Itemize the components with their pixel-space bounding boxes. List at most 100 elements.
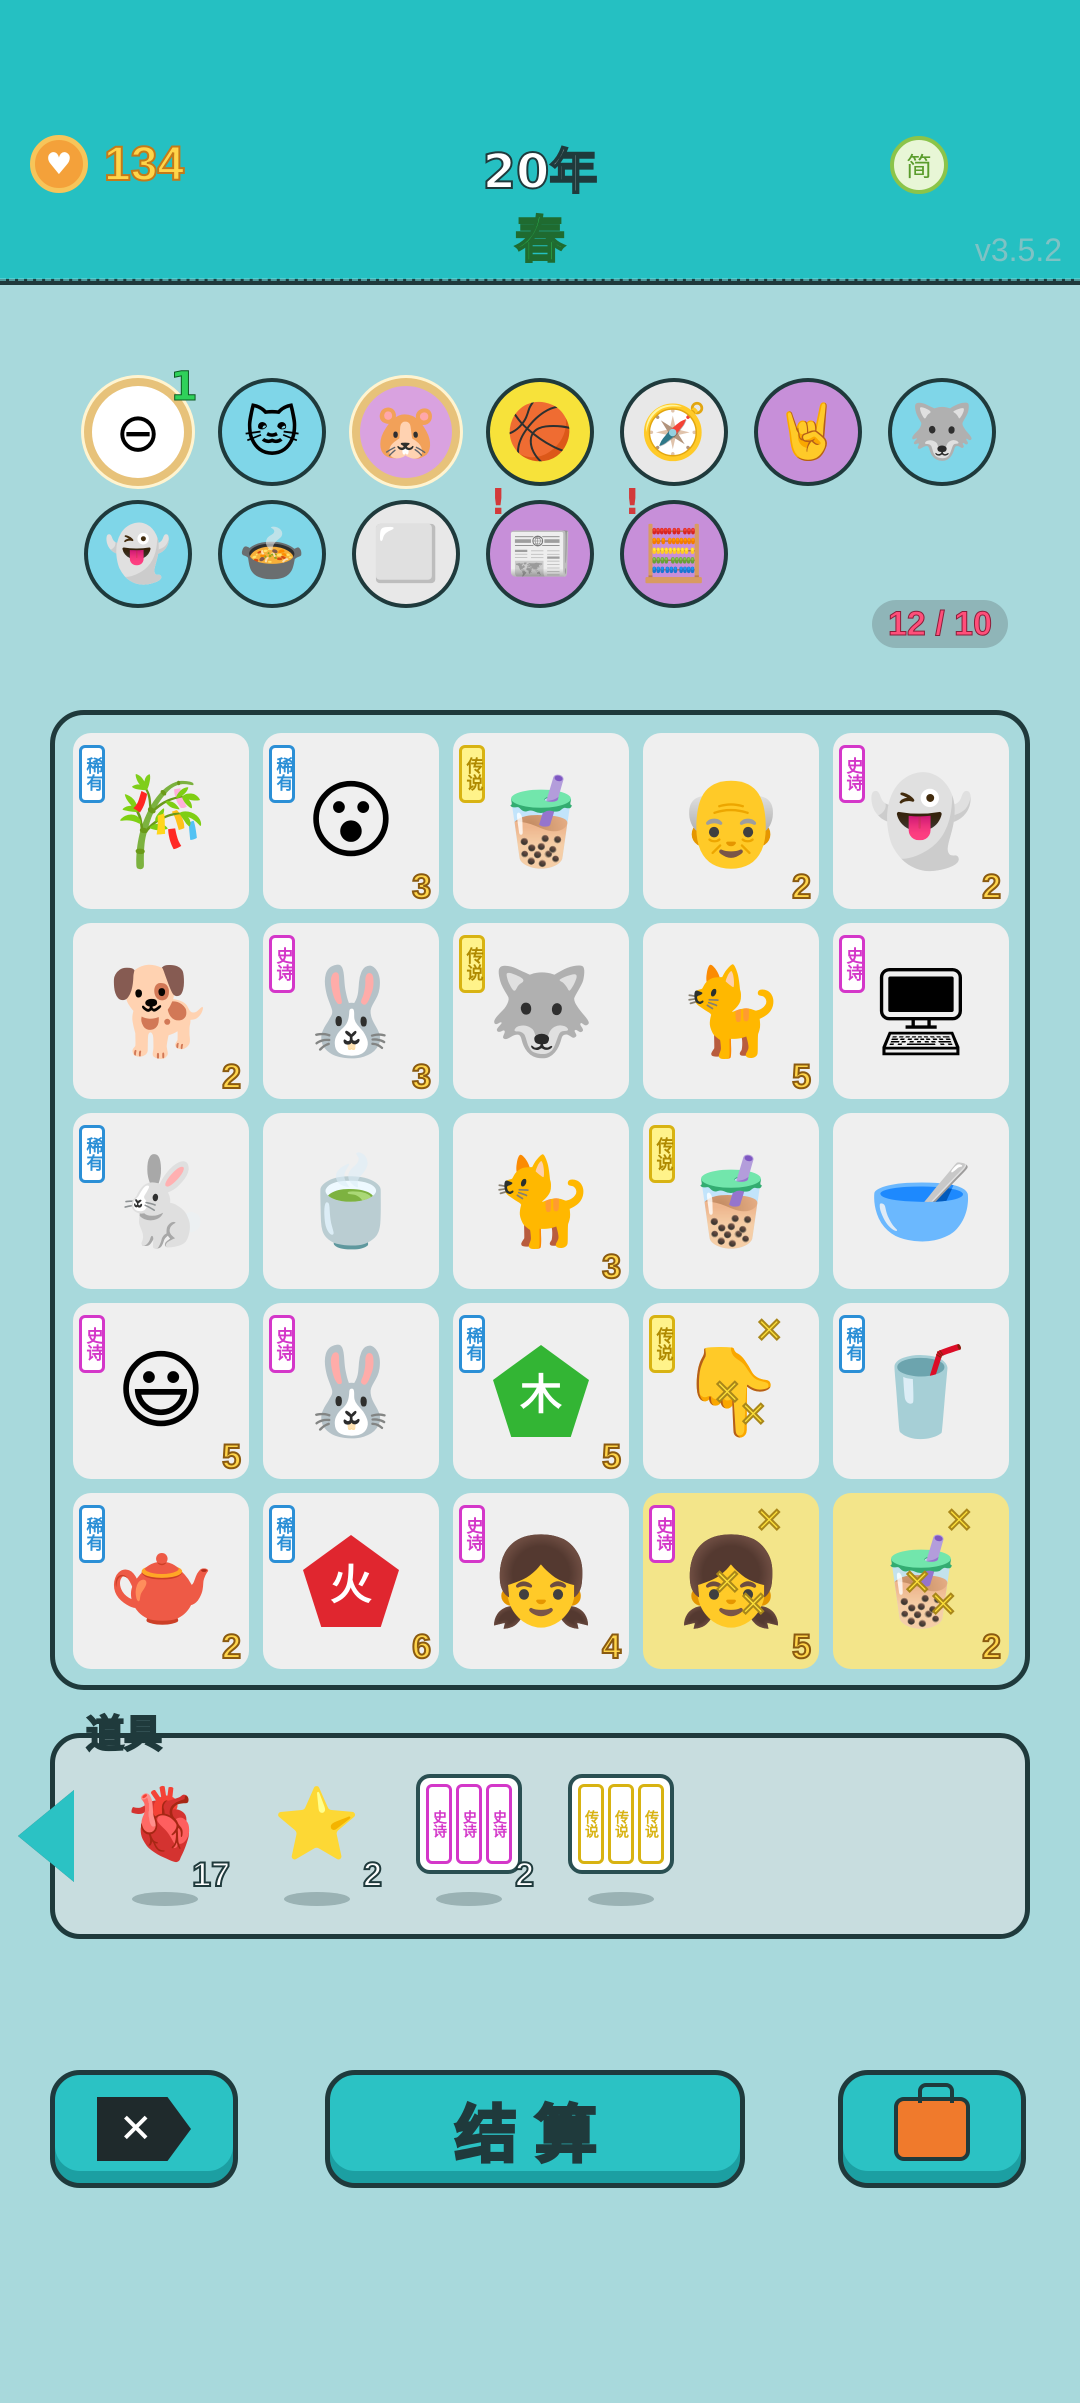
legend-scrolls-icon: 传说 传说 传说 bbox=[566, 1774, 676, 1874]
exit-button[interactable]: ✕ bbox=[50, 2070, 238, 2188]
board-tile-boy-face[interactable]: 😮 稀有 3 bbox=[263, 733, 439, 909]
star-icon: ⭐ bbox=[273, 1782, 361, 1865]
rarity-tag: 稀有 bbox=[839, 1315, 865, 1373]
rarity-tag: 传说 bbox=[649, 1315, 675, 1373]
settle-button[interactable]: 结算 bbox=[325, 2070, 745, 2188]
item-slot[interactable]: 史诗 史诗 史诗 2 bbox=[404, 1770, 535, 1910]
board-tile-rabbit[interactable]: 🐇 稀有 bbox=[73, 1113, 249, 1289]
tea-bowl-icon: 🥣 bbox=[867, 1151, 975, 1252]
x-mark-icon: ✕ bbox=[944, 1500, 974, 1542]
item-shadow bbox=[588, 1892, 654, 1906]
item-slot[interactable]: 🫀 17 bbox=[100, 1770, 231, 1910]
rarity-tag: 稀有 bbox=[79, 745, 105, 803]
board-tile-husky-king[interactable]: 🐺 传说 bbox=[453, 923, 629, 1099]
board-tile-rabbit-house[interactable]: 🐰 史诗 3 bbox=[263, 923, 439, 1099]
version-label: v3.5.2 bbox=[974, 232, 1062, 268]
tile-counter: 4 bbox=[601, 1627, 622, 1667]
board-tile-heart-girl[interactable]: 👧 史诗 4 bbox=[453, 1493, 629, 1669]
tile-counter: 2 bbox=[221, 1057, 242, 1097]
board-tile-bubble-tea-active[interactable]: 🧋 2 ✕ ✕ ✕ bbox=[833, 1493, 1009, 1669]
rarity-tag: 史诗 bbox=[839, 745, 865, 803]
board-tile-bubble-tea-lid[interactable]: 🧋 传说 bbox=[453, 733, 629, 909]
relic-level-badge: 1 bbox=[170, 364, 199, 411]
rarity-tag: 史诗 bbox=[459, 1505, 485, 1563]
tea-bag-icon: 🍵 bbox=[297, 1151, 405, 1252]
basketballs-icon[interactable]: 🏀 bbox=[486, 378, 594, 486]
items-scroll-left-icon[interactable] bbox=[18, 1790, 74, 1882]
board-tile-bamboo[interactable]: 🎋 稀有 bbox=[73, 733, 249, 909]
tile-counter: 5 bbox=[221, 1437, 242, 1477]
board-tile-graphics-card[interactable]: 🖥 史诗 bbox=[833, 923, 1009, 1099]
symbol-count-badge: 12 / 10 bbox=[872, 600, 1008, 648]
alert-icon: ! bbox=[624, 482, 641, 523]
inventory-button[interactable] bbox=[838, 2070, 1026, 2188]
board-tile-teapot[interactable]: 🫖 稀有 2 bbox=[73, 1493, 249, 1669]
board-tile-ghost[interactable]: 👻 史诗 2 bbox=[833, 733, 1009, 909]
board-tile-rabbit-house[interactable]: 🐰 史诗 bbox=[263, 1303, 439, 1479]
x-mark-icon: ✕ bbox=[928, 1584, 958, 1626]
rarity-tag: 史诗 bbox=[839, 935, 865, 993]
item-slot[interactable]: 传说 传说 传说 bbox=[556, 1770, 686, 1910]
board-tile-yellow-hand[interactable]: 👇 传说 ✕ ✕ ✕ bbox=[643, 1303, 819, 1479]
alert-icon: ! bbox=[490, 482, 507, 523]
compass-icon[interactable]: 🧭 bbox=[620, 378, 728, 486]
tile-counter: 5 bbox=[791, 1627, 812, 1667]
board-tile-yellow-cat[interactable]: 🐈 3 bbox=[453, 1113, 629, 1289]
ghost-lantern-icon[interactable]: 👻 bbox=[84, 500, 192, 608]
board-tile-fire-element[interactable]: 火稀有 6 bbox=[263, 1493, 439, 1669]
epic-scrolls-icon: 史诗 史诗 史诗 bbox=[414, 1774, 524, 1874]
rarity-tag: 史诗 bbox=[269, 1315, 295, 1373]
board-tile-heart-girl-active[interactable]: 👧 史诗 5 ✕ ✕ ✕ bbox=[643, 1493, 819, 1669]
item-shadow bbox=[132, 1892, 198, 1906]
pot-duck-icon[interactable]: 🍲 bbox=[218, 500, 326, 608]
x-mark-icon: ✕ bbox=[754, 1310, 784, 1352]
item-slot[interactable]: ⭐ 2 bbox=[252, 1770, 383, 1910]
rarity-tag: 稀有 bbox=[79, 1505, 105, 1563]
sugar-cubes-icon[interactable]: ⬜ bbox=[352, 500, 460, 608]
rarity-tag: 史诗 bbox=[649, 1505, 675, 1563]
item-count: 2 bbox=[362, 1855, 383, 1895]
rarity-tag: 史诗 bbox=[79, 1315, 105, 1373]
tile-counter: 2 bbox=[981, 867, 1002, 907]
tile-counter: 6 bbox=[411, 1627, 432, 1667]
game-board: 🎋 稀有 😮 稀有 3 🧋 传说 👴 2 👻 史诗 2 🐕 2 🐰 史诗 3 🐺 传说 🐈 5 🖥 史诗 🐇 稀有 🍵 🐈 3 🧋 传说 🥣… bbox=[50, 710, 1030, 1690]
language-toggle-button[interactable]: 简 bbox=[890, 136, 948, 194]
tile-counter: 3 bbox=[411, 1057, 432, 1097]
header-divider bbox=[0, 278, 1080, 282]
items-title: 道具 bbox=[85, 1711, 163, 1757]
board-tile-yellow-cat[interactable]: 🐈 5 bbox=[643, 923, 819, 1099]
rarity-tag: 稀有 bbox=[459, 1315, 485, 1373]
x-mark-icon: ✕ bbox=[738, 1394, 768, 1436]
hamsters-icon[interactable]: 🐹 bbox=[352, 378, 460, 486]
x-mark-icon: ✕ bbox=[738, 1584, 768, 1626]
tile-counter: 3 bbox=[411, 867, 432, 907]
board-tile-yellow-face[interactable]: 😃 史诗 5 bbox=[73, 1303, 249, 1479]
board-tile-milk-tea-cup[interactable]: 🥤 稀有 bbox=[833, 1303, 1009, 1479]
rarity-tag: 稀有 bbox=[79, 1125, 105, 1183]
wolf-icon[interactable]: 🐺 bbox=[888, 378, 996, 486]
board-tile-tea-bag[interactable]: 🍵 bbox=[263, 1113, 439, 1289]
tile-counter: 2 bbox=[791, 867, 812, 907]
tile-counter: 3 bbox=[601, 1247, 622, 1287]
cat-in-frame-icon[interactable]: 🐱 bbox=[218, 378, 326, 486]
rarity-tag: 传说 bbox=[459, 935, 485, 993]
tile-counter: 2 bbox=[981, 1627, 1002, 1667]
board-tile-old-man[interactable]: 👴 2 bbox=[643, 733, 819, 909]
item-shadow bbox=[436, 1892, 502, 1906]
tile-counter: 5 bbox=[791, 1057, 812, 1097]
x-mark-icon: ✕ bbox=[712, 1372, 742, 1414]
item-count: 2 bbox=[514, 1855, 535, 1895]
item-count: 17 bbox=[191, 1855, 231, 1895]
briefcase-icon bbox=[894, 2083, 970, 2161]
rock-hand-icon[interactable]: 🤘 bbox=[754, 378, 862, 486]
board-tile-tea-bowl[interactable]: 🥣 bbox=[833, 1113, 1009, 1289]
rarity-tag: 传说 bbox=[459, 745, 485, 803]
board-tile-bubble-tea-lid[interactable]: 🧋 传说 bbox=[643, 1113, 819, 1289]
board-tile-brown-dog[interactable]: 🐕 2 bbox=[73, 923, 249, 1099]
tile-counter: 2 bbox=[221, 1627, 242, 1667]
item-shadow bbox=[284, 1892, 350, 1906]
rarity-tag: 史诗 bbox=[269, 935, 295, 993]
tile-counter: 5 bbox=[601, 1437, 622, 1477]
x-mark-icon: ✕ bbox=[902, 1562, 932, 1604]
board-tile-wood-element[interactable]: 木稀有 5 bbox=[453, 1303, 629, 1479]
